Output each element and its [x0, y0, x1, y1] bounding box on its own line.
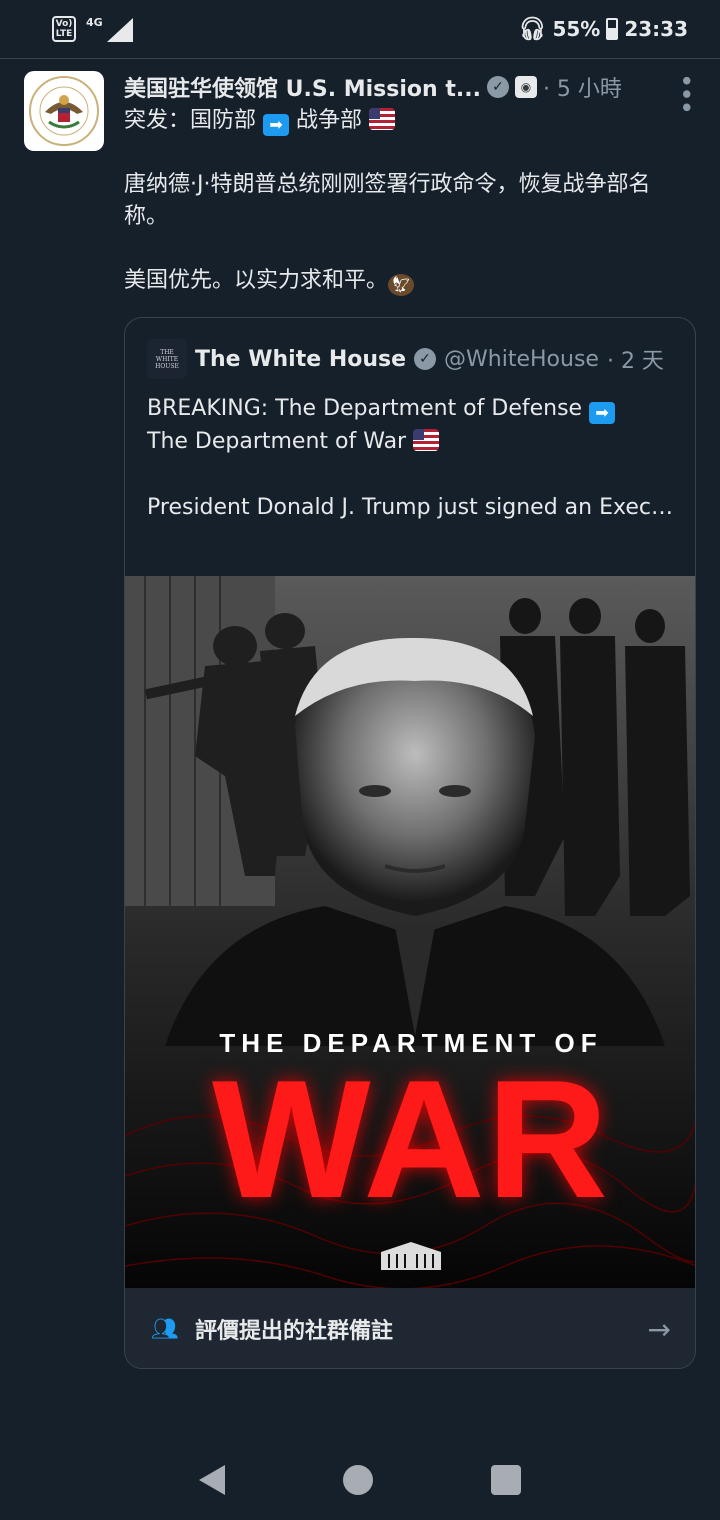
signal-strength-icon — [106, 18, 133, 42]
battery-icon — [606, 18, 619, 40]
system-navigation-bar — [0, 1440, 720, 1520]
community-notes-label: 評價提出的社群備註 — [194, 1319, 393, 1344]
nav-recent-icon[interactable] — [491, 1465, 521, 1495]
nav-home-icon[interactable] — [343, 1465, 373, 1495]
embassy-seal-icon — [29, 76, 99, 146]
network-type: 4G — [86, 16, 103, 29]
quote-line-2: The Department of War — [147, 429, 407, 454]
people-icon: 👥︎ — [151, 1316, 179, 1342]
tweet-time[interactable]: · 5 小時 — [543, 71, 622, 103]
volte-icon: Vo) LTE — [52, 16, 76, 42]
signal-icon: 4G — [86, 16, 133, 42]
tweet-paragraph-3-text: 美国优先。以实力求和平。 — [124, 268, 389, 293]
status-right: 🎧︎ 55% 23:33 — [519, 17, 688, 42]
battery-percent: 55% — [552, 17, 601, 41]
tweet-text: 突发：国防部 ➡ 战争部 唐纳德·J·特朗普总统刚刚签署行政命令，恢复战争部名称… — [124, 105, 684, 297]
tweet[interactable]: 美国驻华使领馆 U.S. Mission t... ✓ ◉ · 5 小時 •••… — [0, 58, 720, 1479]
us-flag-emoji-icon — [413, 429, 440, 451]
verified-icon[interactable]: ✓ — [486, 76, 509, 98]
quote-author-name[interactable]: The White House — [195, 347, 406, 372]
quote-avatar[interactable]: THE WHITE HOUSE — [147, 339, 187, 379]
tweet-paragraph-3: 美国优先。以实力求和平。 🦅︎ — [124, 265, 684, 297]
status-bar: Vo) LTE 4G 🎧︎ 55% 23:33 — [0, 0, 720, 58]
quote-handle[interactable]: @WhiteHouse — [444, 347, 599, 372]
verified-icon[interactable]: ✓ — [414, 348, 437, 370]
quote-paragraph-1: BREAKING: The Department of Defense ➡ Th… — [147, 392, 677, 458]
quote-avatar-line-2: WHITE — [155, 355, 179, 363]
tweet-line-1-suffix: 战争部 — [296, 108, 363, 133]
right-arrow-emoji-icon: ➡ — [589, 402, 616, 424]
poster-war-word: WAR — [212, 1045, 610, 1233]
eagle-emoji-icon: 🦅︎ — [388, 274, 415, 296]
quote-header: THE WHITE HOUSE The White House ✓ @White… — [147, 338, 664, 380]
tweet-header: 美国驻华使领馆 U.S. Mission t... ✓ ◉ · 5 小時 — [124, 69, 694, 105]
author-name[interactable]: 美国驻华使领馆 U.S. Mission t... — [124, 71, 481, 103]
tweet-paragraph-2: 唐纳德·J·特朗普总统刚刚签署行政命令，恢复战争部名称。 — [124, 172, 651, 229]
headphone-icon: 🎧︎ — [518, 16, 547, 42]
nav-back-icon[interactable] — [199, 1465, 225, 1495]
quote-avatar-line-3: HOUSE — [155, 362, 179, 370]
quote-image[interactable]: THE DEPARTMENT OF WAR — [125, 576, 695, 1288]
quote-text: BREAKING: The Department of Defense ➡ Th… — [147, 392, 677, 524]
quote-avatar-line-1: THE — [160, 348, 174, 356]
status-left: Vo) LTE 4G — [52, 16, 133, 42]
white-house-icon — [381, 1242, 441, 1270]
quote-line-1: BREAKING: The Department of Defense — [147, 396, 583, 421]
affiliate-badge-icon[interactable]: ◉ — [514, 76, 537, 98]
tweet-line-1: 突发：国防部 ➡ 战争部 — [124, 105, 684, 137]
tweet-line-1-prefix: 突发：国防部 — [124, 108, 257, 133]
quoted-tweet[interactable]: THE WHITE HOUSE The White House ✓ @White… — [124, 317, 696, 1369]
clock: 23:33 — [624, 17, 688, 41]
quote-time[interactable]: · 2 天 — [607, 343, 664, 375]
us-flag-emoji-icon — [369, 108, 396, 130]
right-arrow-emoji-icon: ➡ — [263, 114, 290, 136]
quote-paragraph-2: President Donald J. Trump just signed an… — [147, 495, 677, 520]
community-notes-bar[interactable]: 👥︎ 評價提出的社群備註 → — [125, 1288, 695, 1368]
arrow-right-icon: → — [647, 1312, 671, 1346]
author-avatar[interactable] — [24, 71, 104, 151]
